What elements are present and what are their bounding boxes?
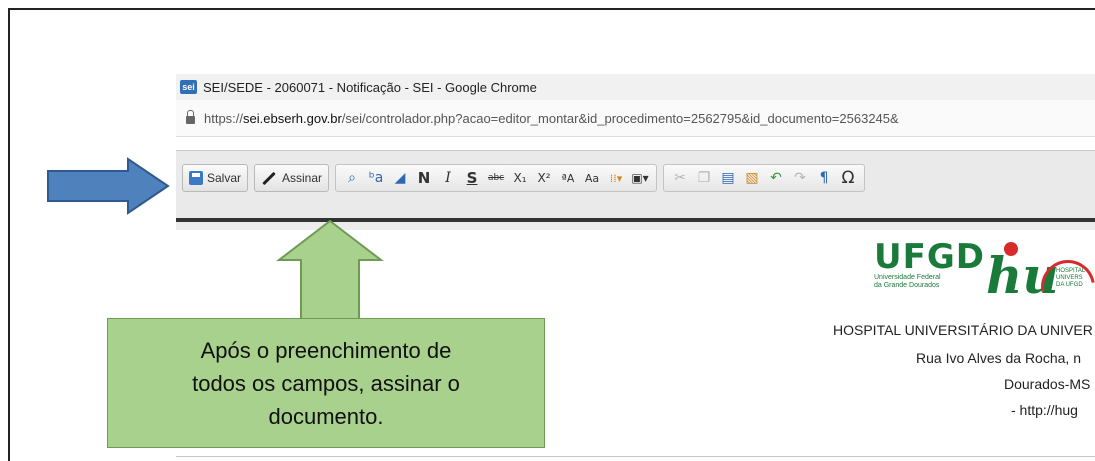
sign-button[interactable]: Assinar xyxy=(254,164,330,192)
document-header-line-4: - http://hug xyxy=(1011,402,1078,418)
url-path: /sei/controlador.php?acao=editor_montar&… xyxy=(341,110,899,126)
subscript-icon[interactable]: X₁ xyxy=(510,167,530,189)
lock-icon xyxy=(186,110,195,124)
italic-icon[interactable]: I xyxy=(438,167,458,189)
bg-color-icon[interactable]: Aa xyxy=(582,167,602,189)
format-group: ⌕ ᵇa ◢ N I S abc X₁ X² ªA Aa ⁞⁞▾ ▣▾ xyxy=(335,164,658,192)
window-title: SEI/SEDE - 2060071 - Notificação - SEI -… xyxy=(203,79,537,95)
floppy-disk-icon xyxy=(189,171,203,185)
save-button-label: Salvar xyxy=(207,171,242,185)
editor-toolbar: Salvar Assinar ⌕ ᵇa ◢ N I S abc X₁ X² ªA… xyxy=(176,150,1095,219)
window-titlebar: sei SEI/SEDE - 2060071 - Notificação - S… xyxy=(176,74,1095,100)
strike-icon[interactable]: abc xyxy=(486,167,506,189)
instruction-callout: Após o preenchimento de todos os campos,… xyxy=(107,318,545,448)
style-icon[interactable]: ⁞⁞▾ xyxy=(606,167,626,189)
sign-button-label: Assinar xyxy=(282,171,323,185)
superscript-icon[interactable]: X² xyxy=(534,167,554,189)
sei-logo-icon: sei xyxy=(180,80,197,94)
pen-icon xyxy=(262,171,276,185)
paste-word-icon[interactable]: ▧ xyxy=(742,167,762,189)
save-button[interactable]: Salvar xyxy=(182,164,249,192)
replace-icon[interactable]: ᵇa xyxy=(366,167,386,189)
hu-logo-side-1: HOSPITAL xyxy=(1056,268,1086,274)
url-prefix: https:// xyxy=(204,110,244,126)
undo-icon[interactable]: ↶ xyxy=(766,167,786,189)
green-up-arrow-icon xyxy=(276,219,384,321)
underline-icon[interactable]: S xyxy=(462,167,482,189)
bold-icon[interactable]: N xyxy=(414,167,434,189)
toolbar-row: Salvar Assinar ⌕ ᵇa ◢ N I S abc X₁ X² ªA… xyxy=(182,164,871,192)
omega-icon[interactable]: Ω xyxy=(838,167,858,189)
document-header-line-1: HOSPITAL UNIVERSITÁRIO DA UNIVER xyxy=(833,322,1093,338)
hu-logo-side: HOSPITAL UNIVERS DA UFGD xyxy=(1056,268,1085,289)
redo-icon[interactable]: ↷ xyxy=(790,167,810,189)
find-icon[interactable]: ⌕ xyxy=(342,167,362,189)
blue-arrow-icon xyxy=(47,157,170,215)
copy-icon[interactable]: ❐ xyxy=(694,167,714,189)
hu-logo-side-2: UNIVERS xyxy=(1056,275,1083,281)
clipboard-group: ✂ ❐ ▤ ▧ ↶ ↷ ¶ Ω xyxy=(663,164,866,192)
url-domain: sei.ebserh.gov.br xyxy=(243,110,342,126)
document-header-line-3: Dourados-MS xyxy=(1004,376,1091,392)
document-bottom-border xyxy=(176,456,1095,457)
callout-line-1: Após o preenchimento de xyxy=(200,337,452,363)
cut-icon[interactable]: ✂ xyxy=(670,167,690,189)
ufgd-logo-text: UFGD xyxy=(874,237,985,277)
pilcrow-icon[interactable]: ¶ xyxy=(814,167,834,189)
hu-logo: hu HOSPITAL UNIVERS DA UFGD xyxy=(986,242,1095,325)
ufgd-logo-sub2: da Grande Dourados xyxy=(874,282,940,289)
document-header-line-2: Rua Ivo Alves da Rocha, n xyxy=(916,350,1081,366)
callout-line-3: documento. xyxy=(268,403,384,429)
block-icon[interactable]: ▣▾ xyxy=(630,167,650,189)
address-bar[interactable]: https://sei.ebserh.gov.br/sei/controlado… xyxy=(176,100,1095,137)
ufgd-logo: UFGD Universidade Federal da Grande Dour… xyxy=(874,237,985,306)
hu-logo-side-3: DA UFGD xyxy=(1056,282,1083,288)
text-color-icon[interactable]: ªA xyxy=(558,167,578,189)
callout-text: Após o preenchimento de todos os campos,… xyxy=(192,334,460,433)
paste-icon[interactable]: ▤ xyxy=(718,167,738,189)
callout-line-2: todos os campos, assinar o xyxy=(192,370,460,396)
eraser-icon[interactable]: ◢ xyxy=(390,167,410,189)
